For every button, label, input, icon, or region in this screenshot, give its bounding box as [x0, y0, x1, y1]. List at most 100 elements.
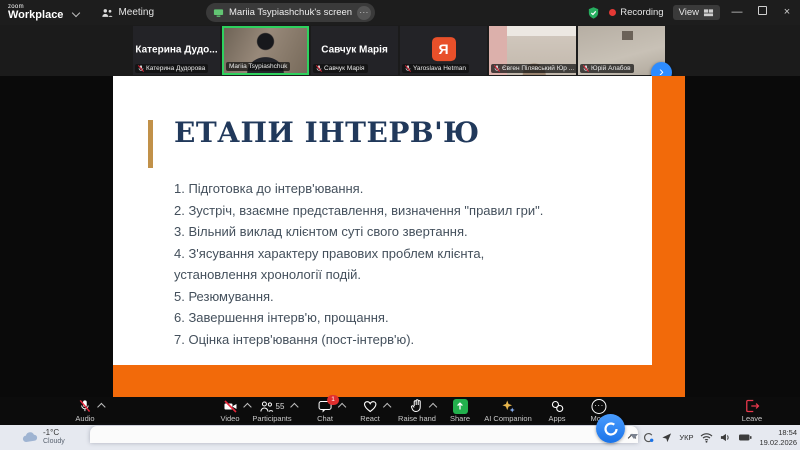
participant-name-text: Yaroslava Hetman — [413, 65, 466, 72]
tab-meeting[interactable]: Meeting — [101, 7, 154, 19]
slide-list-item: 5. Резюмування. — [174, 286, 543, 308]
tab-options-button[interactable]: ··· — [357, 6, 371, 20]
chevron-up-icon[interactable] — [290, 403, 298, 411]
slide-content-panel: ЕТАПИ ІНТЕРВ'Ю 1. Підготовка до інтерв'ю… — [113, 76, 652, 365]
muted-camera-icon — [223, 400, 237, 413]
participant-name-text: Юрій Алабов — [591, 65, 631, 72]
participant-name-text: Катерина Дудорова — [146, 65, 205, 72]
chevron-up-icon[interactable] — [243, 403, 251, 411]
participant-tile[interactable]: Катерина Дудо... Катерина Дудорова — [133, 26, 220, 75]
meeting-people-icon — [101, 7, 113, 19]
battery-icon[interactable] — [738, 432, 752, 443]
chat-button[interactable]: 1 Chat — [317, 399, 333, 423]
avatar-letter: Я — [438, 41, 448, 57]
raise-hand-icon — [410, 399, 423, 413]
system-tray: УКР 18:54 19.02.2026 — [629, 425, 797, 450]
participant-tile-active-speaker[interactable]: Mariia Tsypiashchuk — [222, 26, 309, 75]
shared-screen-tab-label: Mariia Tsypiashchuk's screen — [229, 7, 352, 18]
heart-icon — [363, 400, 377, 413]
raise-hand-label: Raise hand — [398, 414, 436, 423]
slide-title: ЕТАПИ ІНТЕРВ'Ю — [174, 116, 480, 149]
react-label: React — [360, 414, 380, 423]
muted-mic-icon — [583, 65, 589, 72]
chevron-up-icon[interactable] — [338, 403, 346, 411]
participant-tile[interactable]: Я Yaroslava Hetman — [400, 26, 487, 75]
participant-name-text: Mariia Tsypiashchuk — [229, 63, 287, 70]
participant-tiles: Катерина Дудо... Катерина Дудорова Marii… — [133, 26, 665, 75]
share-label: Share — [450, 414, 470, 423]
slide-list-item: 2. Зустріч, взаємне представлення, визна… — [174, 200, 543, 222]
muted-mic-icon — [79, 399, 92, 413]
participant-display-name: Катерина Дудо... — [133, 44, 220, 55]
ellipsis-icon: ··· — [359, 8, 369, 17]
view-button[interactable]: View — [673, 5, 720, 20]
react-button[interactable]: React — [360, 399, 380, 423]
chevron-down-icon[interactable] — [72, 8, 80, 16]
view-layout-icon — [703, 8, 714, 18]
participants-icon — [260, 400, 274, 413]
window-corner-caret[interactable] — [630, 434, 638, 439]
raise-hand-button[interactable]: Raise hand — [398, 399, 436, 423]
chat-label: Chat — [317, 414, 333, 423]
weather-desc: Cloudy — [43, 438, 65, 446]
ai-companion-button[interactable]: AI Companion — [484, 399, 532, 423]
participant-strip: Катерина Дудо... Катерина Дудорова Marii… — [0, 25, 800, 76]
weather-widget[interactable]: -1°C Cloudy — [22, 428, 65, 445]
share-button[interactable]: Share — [450, 399, 470, 423]
maximize-button[interactable] — [754, 0, 770, 25]
tab-shared-screen[interactable]: Mariia Tsypiashchuk's screen ··· — [206, 3, 375, 22]
muted-mic-icon — [316, 65, 322, 72]
sync-icon[interactable] — [642, 432, 654, 444]
avatar: Я — [432, 37, 456, 61]
chat-badge: 1 — [327, 395, 339, 405]
participant-name-label: Mariia Tsypiashchuk — [226, 62, 290, 71]
minimize-button[interactable]: — — [729, 0, 745, 25]
presentation-slide: ЕТАПИ ІНТЕРВ'Ю 1. Підготовка до інтерв'ю… — [113, 76, 685, 397]
chevron-up-icon[interactable] — [383, 403, 391, 411]
zoom-workplace-logo: zoom Workplace — [8, 4, 63, 21]
speaker-icon[interactable] — [720, 432, 731, 443]
participant-display-name: Савчук Марія — [311, 44, 398, 55]
slide-accent-bar — [148, 120, 153, 168]
participant-tile[interactable]: Євген Пілявський Юр ... — [489, 26, 576, 75]
shared-screen-area: ЕТАПИ ІНТЕРВ'Ю 1. Підготовка до інтерв'ю… — [0, 76, 800, 397]
participants-button[interactable]: 55 Participants — [252, 399, 291, 423]
more-ellipsis-icon: ··· — [592, 399, 607, 414]
language-indicator[interactable]: УКР — [679, 433, 693, 442]
zoom-meeting-window: zoom Workplace Meeting Mariia Tsypiashch… — [0, 0, 800, 450]
slide-list-item: 3. Вільний виклад клієнтом суті свого зв… — [174, 221, 543, 243]
apps-icon — [550, 400, 564, 413]
video-button[interactable]: Video — [220, 399, 239, 423]
view-label: View — [679, 7, 699, 18]
title-bar: zoom Workplace Meeting Mariia Tsypiashch… — [0, 0, 800, 25]
chevron-up-icon[interactable] — [429, 403, 437, 411]
weather-temp: -1°C — [43, 428, 65, 438]
participant-tile[interactable]: Савчук Марія Савчук Марія — [311, 26, 398, 75]
slide-list-item: 1. Підготовка до інтерв'ювання. — [174, 178, 543, 200]
taskbar-clock[interactable]: 18:54 19.02.2026 — [759, 428, 797, 448]
ai-companion-label: AI Companion — [484, 414, 532, 423]
participant-name-text: Євген Пілявський Юр ... — [502, 65, 574, 72]
leave-button[interactable]: Leave — [742, 399, 762, 423]
clock-time: 18:54 — [759, 428, 797, 438]
wifi-icon[interactable] — [700, 432, 713, 443]
background-window-edge[interactable] — [90, 426, 638, 443]
maximize-icon — [758, 6, 767, 15]
chevron-up-icon[interactable] — [97, 403, 105, 411]
participant-name-label: Євген Пілявський Юр ... — [491, 64, 576, 73]
participant-name-label: Катерина Дудорова — [135, 64, 208, 73]
leave-icon — [745, 399, 760, 413]
apps-button[interactable]: Apps — [548, 399, 565, 423]
apps-label: Apps — [548, 414, 565, 423]
floating-blue-button[interactable] — [596, 414, 625, 443]
audio-button[interactable]: Audio — [75, 399, 94, 423]
location-icon[interactable] — [661, 432, 672, 443]
share-screen-icon — [452, 399, 467, 414]
shield-check-icon[interactable] — [587, 6, 600, 20]
participant-name-label: Савчук Марія — [313, 64, 368, 73]
slide-list-item: 4. З'ясування характеру правових проблем… — [174, 243, 543, 265]
clock-date: 19.02.2026 — [759, 438, 797, 448]
arc-glyph-icon — [603, 421, 619, 437]
recording-indicator: Recording — [609, 7, 663, 18]
close-button[interactable]: × — [779, 0, 795, 25]
